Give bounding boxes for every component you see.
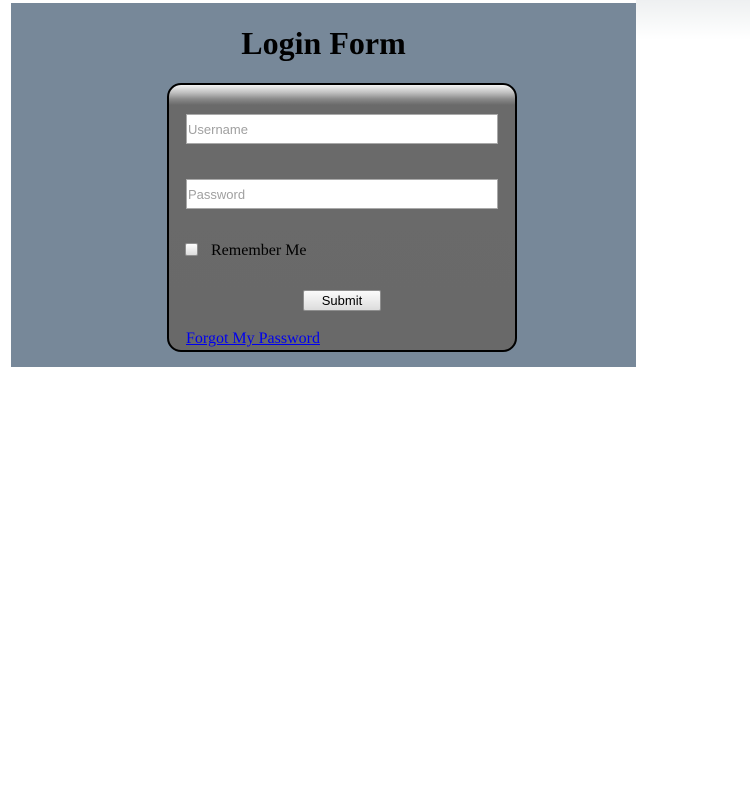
username-input[interactable]: [186, 114, 498, 144]
top-right-shading: [636, 0, 750, 40]
page-title: Login Form: [241, 25, 406, 61]
login-page-panel: Login Form Remember Me Submit Forgot My …: [11, 3, 636, 367]
password-input[interactable]: [186, 179, 498, 209]
remember-me-label: Remember Me: [211, 242, 307, 259]
submit-button[interactable]: Submit: [303, 290, 381, 311]
remember-me-checkbox[interactable]: [185, 243, 198, 256]
forgot-password-link[interactable]: Forgot My Password: [186, 330, 320, 348]
login-form-box: Remember Me Submit Forgot My Password: [167, 83, 517, 352]
